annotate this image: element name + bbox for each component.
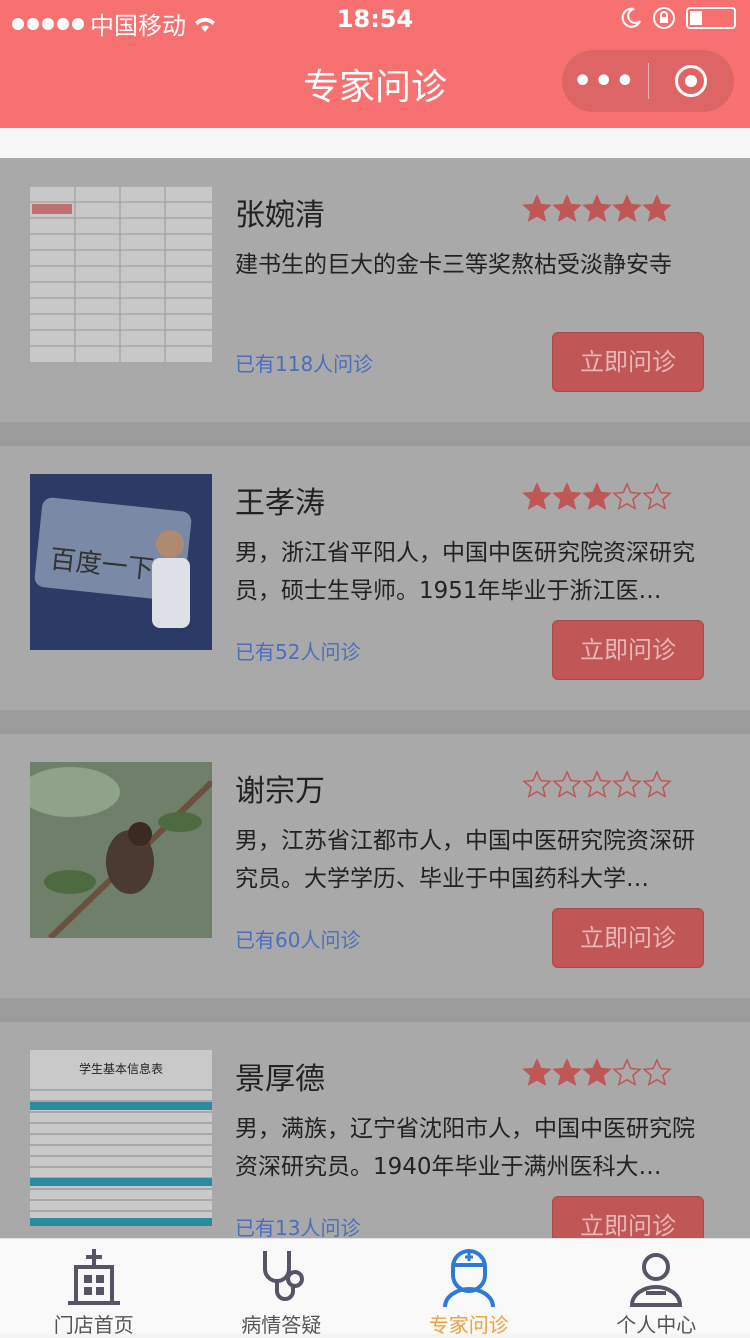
doctor-name: 景厚德 — [235, 1054, 325, 1098]
battery-icon — [686, 7, 736, 29]
doctor-card[interactable]: 谢宗万男，江苏省江都市人，中国中医研究院资深研究员。大学学历、毕业于中国药科大学… — [0, 734, 750, 998]
doctor-description: 男，浙江省平阳人，中国中医研究院资深研究员，硕士生导师。1951年毕业于浙江医… — [235, 534, 705, 610]
moon-icon — [620, 7, 642, 29]
star-empty-icon — [642, 770, 672, 800]
tab-user[interactable]: 个人中心 — [563, 1239, 750, 1334]
star-empty-icon — [582, 770, 612, 800]
star-filled-icon — [582, 482, 612, 512]
doctor-icon — [437, 1245, 501, 1309]
more-button[interactable]: ••• — [562, 64, 648, 99]
doctor-photo — [30, 762, 212, 938]
doctor-card[interactable]: 百度一下王孝涛男，浙江省平阳人，中国中医研究院资深研究员，硕士生导师。1951年… — [0, 446, 750, 710]
star-filled-icon — [552, 1058, 582, 1088]
doctor-name: 王孝涛 — [235, 478, 325, 522]
star-filled-icon — [522, 482, 552, 512]
consult-count: 已有60人问诊 — [235, 924, 360, 953]
rating-stars — [522, 194, 672, 224]
thumb-caption: 学生基本信息表 — [30, 1060, 212, 1077]
store-icon — [62, 1245, 126, 1309]
doctor-card[interactable]: 学生基本信息表 景厚德男，满族，辽宁省沈阳市人，中国中医研究院资深研究员。1940… — [0, 1022, 750, 1238]
rotation-lock-icon — [652, 6, 676, 30]
tab-store[interactable]: 门店首页 — [0, 1239, 188, 1334]
doctor-card[interactable]: 张婉清建书生的巨大的金卡三等奖熬枯受淡静安寺已有118人问诊 立即问诊 — [0, 158, 750, 422]
stethoscope-icon — [249, 1245, 313, 1309]
rating-stars — [522, 770, 672, 800]
doctor-photo — [30, 186, 212, 362]
star-filled-icon — [552, 194, 582, 224]
rating-stars — [522, 1058, 672, 1088]
navigation-bar: 专家问诊 ••• — [0, 40, 750, 128]
consult-count: 已有13人问诊 — [235, 1212, 360, 1238]
star-empty-icon — [612, 1058, 642, 1088]
rating-stars — [522, 482, 672, 512]
doctor-description: 建书生的巨大的金卡三等奖熬枯受淡静安寺 — [235, 246, 705, 284]
table-thumbnail — [30, 186, 212, 362]
target-icon — [675, 65, 707, 97]
doctor-description: 男，满族，辽宁省沈阳市人，中国中医研究院资深研究员。1940年毕业于满州医科大… — [235, 1110, 705, 1186]
star-filled-icon — [582, 194, 612, 224]
star-empty-icon — [612, 770, 642, 800]
doctor-photo: 学生基本信息表 — [30, 1050, 212, 1226]
consult-now-button[interactable]: 立即问诊 — [552, 1196, 704, 1238]
user-icon — [624, 1245, 688, 1309]
tab-stethoscope[interactable]: 病情答疑 — [188, 1239, 376, 1334]
doctor-name: 张婉清 — [235, 190, 325, 234]
tab-doctor[interactable]: 专家问诊 — [375, 1239, 563, 1334]
star-filled-icon — [522, 194, 552, 224]
star-filled-icon — [582, 1058, 612, 1088]
doctor-description: 男，江苏省江都市人，中国中医研究院资深研究员。大学学历、毕业于中国药科大学… — [235, 822, 705, 898]
status-bar: 中国移动 18:54 — [0, 0, 750, 40]
top-spacer — [0, 128, 750, 158]
consult-now-button[interactable]: 立即问诊 — [552, 620, 704, 680]
consult-count: 已有52人问诊 — [235, 636, 360, 665]
consult-now-button[interactable]: 立即问诊 — [552, 908, 704, 968]
doctor-name: 谢宗万 — [235, 766, 325, 810]
star-empty-icon — [642, 1058, 672, 1088]
star-empty-icon — [522, 770, 552, 800]
consult-now-button[interactable]: 立即问诊 — [552, 332, 704, 392]
mini-program-capsule: ••• — [562, 50, 734, 112]
star-empty-icon — [612, 482, 642, 512]
bird-thumbnail — [30, 762, 212, 938]
star-filled-icon — [522, 1058, 552, 1088]
star-filled-icon — [612, 194, 642, 224]
star-empty-icon — [642, 482, 672, 512]
star-filled-icon — [552, 482, 582, 512]
doctor-photo: 百度一下 — [30, 474, 212, 650]
star-empty-icon — [552, 770, 582, 800]
close-button[interactable] — [649, 65, 735, 97]
consult-count: 已有118人问诊 — [235, 348, 373, 377]
star-filled-icon — [642, 194, 672, 224]
tab-bar: 门店首页病情答疑专家问诊个人中心 — [0, 1238, 750, 1334]
doctor-list[interactable]: 张婉清建书生的巨大的金卡三等奖熬枯受淡静安寺已有118人问诊立即问诊 百度一下王… — [0, 158, 750, 1238]
